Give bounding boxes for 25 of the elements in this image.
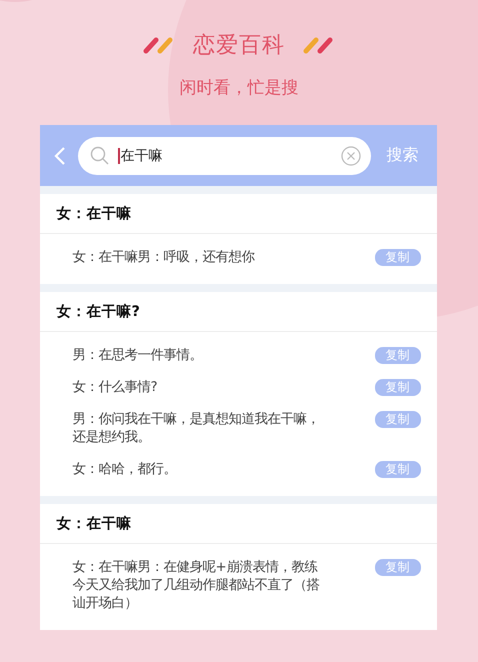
back-icon[interactable] bbox=[54, 146, 66, 166]
copy-button[interactable]: 复制 bbox=[374, 379, 420, 396]
card-title: 女：在干嘛? bbox=[40, 292, 436, 332]
copy-button[interactable]: 复制 bbox=[374, 347, 420, 364]
search-button[interactable]: 搜索 bbox=[382, 145, 422, 166]
search-icon bbox=[90, 146, 110, 166]
dialogue-line: 女：什么事情? bbox=[72, 379, 159, 397]
search-field[interactable]: 在干嘛 bbox=[78, 136, 370, 174]
dialogue-line: 女：哈哈，都行。 bbox=[72, 461, 178, 479]
dialogue-line: 男：你问我在干嘛，是真想知道我在干嘛，还是想约我。 bbox=[72, 411, 320, 447]
slash-icon bbox=[303, 36, 335, 54]
dialogue-line: 女：在干嘛男：呼吸，还有想你 bbox=[72, 249, 256, 267]
card-title: 女：在干嘛 bbox=[40, 194, 436, 234]
copy-button[interactable]: 复制 bbox=[374, 249, 420, 266]
slash-icon bbox=[143, 36, 175, 54]
copy-button[interactable]: 复制 bbox=[374, 461, 420, 478]
search-input[interactable]: 在干嘛 bbox=[118, 148, 332, 164]
dialogue-line: 男：在思考一件事情。 bbox=[72, 347, 204, 365]
clear-icon[interactable] bbox=[340, 146, 360, 166]
dialogue-line: 女：在干嘛男：在健身呢+崩溃表情，教练今天又给我加了几组动作腿都站不直了（搭讪开场白） bbox=[72, 559, 320, 613]
page-subtitle: 闲时看，忙是搜 bbox=[180, 77, 298, 99]
page-title: 恋爱百科 bbox=[193, 32, 285, 60]
copy-button[interactable]: 复制 bbox=[374, 411, 420, 428]
copy-button[interactable]: 复制 bbox=[374, 559, 420, 576]
card-title: 女：在干嘛 bbox=[40, 504, 436, 544]
